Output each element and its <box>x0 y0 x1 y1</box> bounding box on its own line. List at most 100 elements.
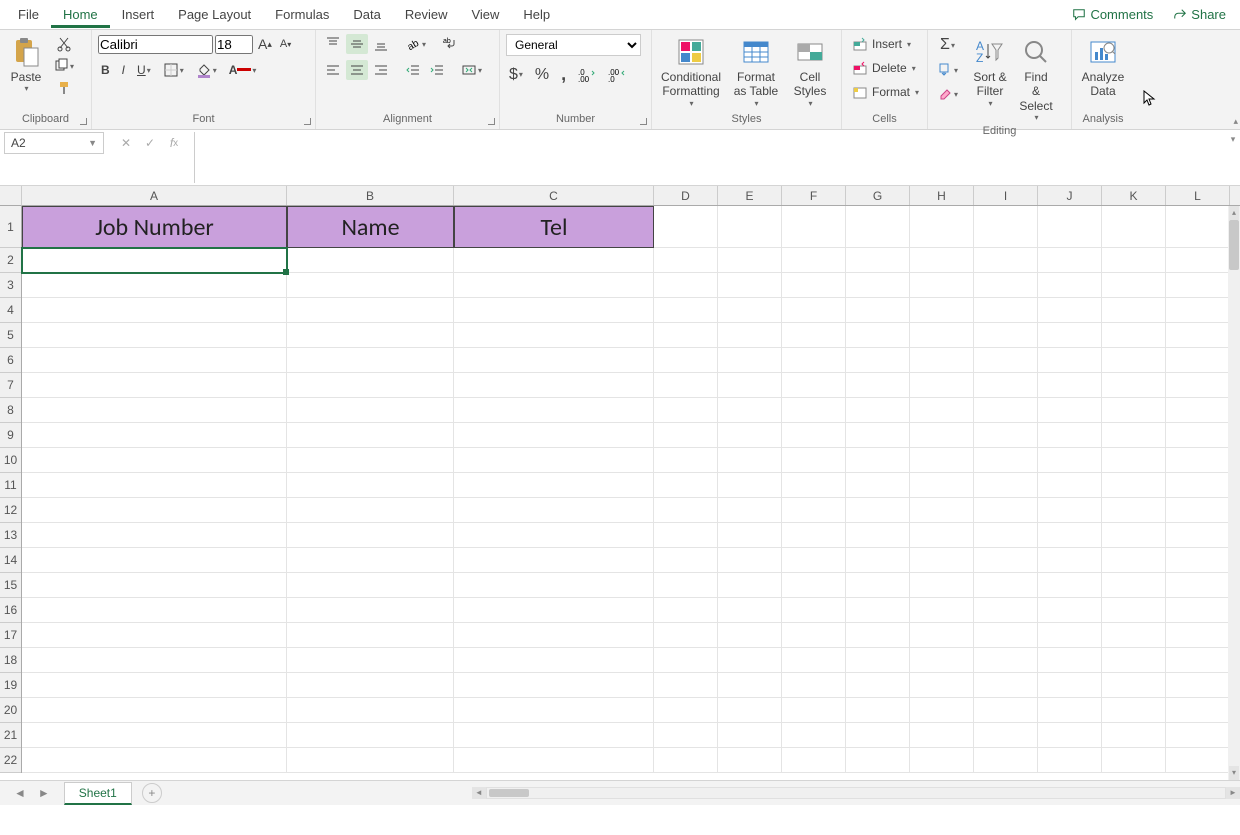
cell[interactable] <box>1166 748 1230 773</box>
cell[interactable] <box>454 548 654 573</box>
cell[interactable] <box>1038 206 1102 248</box>
cell[interactable] <box>974 323 1038 348</box>
cell[interactable] <box>974 423 1038 448</box>
cell[interactable] <box>454 473 654 498</box>
row-header[interactable]: 6 <box>0 348 21 373</box>
row-header[interactable]: 19 <box>0 673 21 698</box>
enter-formula-button[interactable]: ✓ <box>138 132 162 154</box>
cell[interactable] <box>782 748 846 773</box>
cell[interactable] <box>22 498 287 523</box>
cell[interactable] <box>454 598 654 623</box>
cell[interactable] <box>910 623 974 648</box>
row-header[interactable]: 5 <box>0 323 21 348</box>
cell[interactable] <box>910 548 974 573</box>
scroll-down-button[interactable]: ▾ <box>1229 766 1239 780</box>
row-header[interactable]: 1 <box>0 206 21 248</box>
cell[interactable] <box>654 723 718 748</box>
cell[interactable] <box>1102 723 1166 748</box>
cut-button[interactable] <box>50 34 77 54</box>
column-headers[interactable]: ABCDEFGHIJKL <box>22 186 1240 206</box>
tab-review[interactable]: Review <box>393 1 460 28</box>
cell[interactable] <box>1102 323 1166 348</box>
column-header[interactable]: B <box>287 186 454 205</box>
font-launcher[interactable] <box>302 116 312 126</box>
cell[interactable] <box>1102 498 1166 523</box>
row-header[interactable]: 17 <box>0 623 21 648</box>
cell[interactable] <box>287 298 454 323</box>
cell[interactable] <box>910 248 974 273</box>
format-cells-button[interactable]: Format▾ <box>848 82 923 102</box>
cell[interactable] <box>846 298 910 323</box>
cell[interactable] <box>718 448 782 473</box>
cell[interactable] <box>910 698 974 723</box>
cell[interactable] <box>846 623 910 648</box>
cell[interactable] <box>454 573 654 598</box>
cell[interactable] <box>846 206 910 248</box>
cell[interactable] <box>718 398 782 423</box>
cell[interactable] <box>22 673 287 698</box>
cell[interactable] <box>287 323 454 348</box>
comma-button[interactable]: , <box>558 62 569 87</box>
formula-bar-expand-button[interactable]: ▾ <box>1226 130 1240 185</box>
cell[interactable] <box>974 698 1038 723</box>
cell[interactable] <box>22 523 287 548</box>
cell[interactable] <box>1038 523 1102 548</box>
cell[interactable] <box>782 298 846 323</box>
cell[interactable] <box>974 398 1038 423</box>
cell[interactable] <box>910 423 974 448</box>
cell[interactable] <box>454 648 654 673</box>
cell[interactable] <box>1102 206 1166 248</box>
cell[interactable] <box>782 248 846 273</box>
comments-button[interactable]: Comments <box>1064 3 1161 26</box>
cell[interactable] <box>1166 248 1230 273</box>
select-all-corner[interactable] <box>0 186 22 206</box>
cell[interactable] <box>1038 598 1102 623</box>
cell[interactable] <box>1102 398 1166 423</box>
cell[interactable] <box>22 448 287 473</box>
cell[interactable] <box>654 298 718 323</box>
cell[interactable] <box>1038 548 1102 573</box>
cell[interactable] <box>846 723 910 748</box>
copy-button[interactable]: ▾ <box>50 56 77 76</box>
cell[interactable] <box>454 373 654 398</box>
row-header[interactable]: 22 <box>0 748 21 773</box>
cell[interactable] <box>287 273 454 298</box>
cell[interactable] <box>22 248 287 273</box>
cell[interactable] <box>287 648 454 673</box>
cell[interactable] <box>654 523 718 548</box>
cell[interactable] <box>782 473 846 498</box>
cell[interactable] <box>1038 348 1102 373</box>
cell[interactable] <box>910 373 974 398</box>
cell[interactable] <box>454 748 654 773</box>
fill-button[interactable]: ▾ <box>934 60 961 80</box>
cell[interactable] <box>718 473 782 498</box>
cell[interactable] <box>287 498 454 523</box>
cell[interactable] <box>718 698 782 723</box>
cell[interactable] <box>718 648 782 673</box>
column-header[interactable]: H <box>910 186 974 205</box>
row-header[interactable]: 8 <box>0 398 21 423</box>
cell[interactable] <box>1102 698 1166 723</box>
cell[interactable] <box>1166 473 1230 498</box>
cell[interactable] <box>846 448 910 473</box>
cell[interactable] <box>1038 498 1102 523</box>
cell[interactable] <box>1102 273 1166 298</box>
cell[interactable] <box>1038 573 1102 598</box>
cell[interactable] <box>287 673 454 698</box>
format-as-table-button[interactable]: Format as Table▾ <box>728 34 784 110</box>
sheet-tab[interactable]: Sheet1 <box>64 782 132 805</box>
currency-button[interactable]: $▾ <box>506 64 526 86</box>
column-header[interactable]: G <box>846 186 910 205</box>
cell[interactable] <box>782 206 846 248</box>
cell[interactable] <box>1166 548 1230 573</box>
scroll-right-button[interactable]: ► <box>1226 787 1240 799</box>
row-header[interactable]: 2 <box>0 248 21 273</box>
add-sheet-button[interactable]: + <box>142 783 162 803</box>
cell[interactable] <box>974 548 1038 573</box>
underline-button[interactable]: U▾ <box>134 61 154 79</box>
row-header[interactable]: 7 <box>0 373 21 398</box>
row-header[interactable]: 3 <box>0 273 21 298</box>
align-bottom-button[interactable] <box>370 34 392 54</box>
font-name-select[interactable] <box>98 35 213 54</box>
bold-button[interactable]: B <box>98 61 113 79</box>
